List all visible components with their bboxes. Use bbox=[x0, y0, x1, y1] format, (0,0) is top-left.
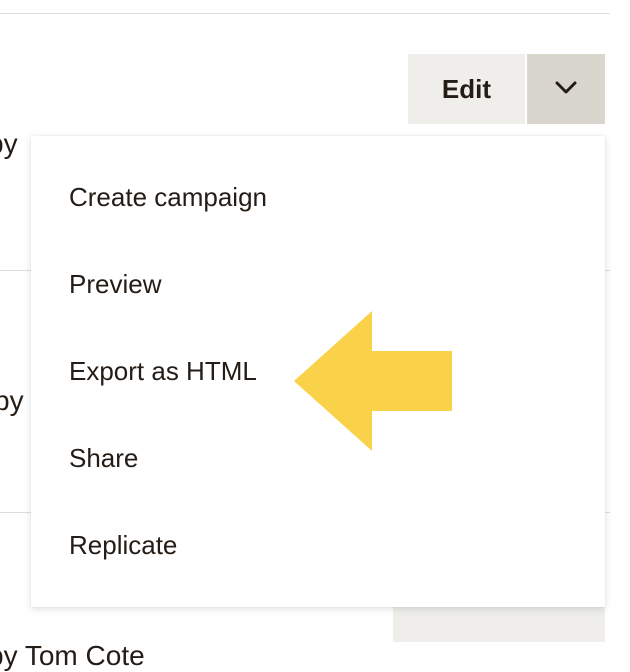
dropdown-item-label: Share bbox=[69, 443, 138, 474]
edit-button-group: Edit bbox=[408, 54, 605, 124]
dropdown-menu: Create campaign Preview Export as HTML S… bbox=[31, 136, 605, 607]
author-text: by Tom Cote bbox=[0, 640, 145, 672]
dropdown-item-share[interactable]: Share bbox=[31, 415, 605, 502]
button-placeholder bbox=[393, 607, 605, 642]
chevron-down-icon bbox=[555, 81, 577, 98]
dropdown-item-label: Replicate bbox=[69, 530, 177, 561]
dropdown-toggle-button[interactable] bbox=[527, 54, 605, 124]
edit-button-label: Edit bbox=[442, 74, 491, 105]
dropdown-item-replicate[interactable]: Replicate bbox=[31, 502, 605, 589]
dropdown-item-label: Create campaign bbox=[69, 182, 267, 213]
author-text: by bbox=[0, 128, 18, 160]
edit-button[interactable]: Edit bbox=[408, 54, 525, 124]
dropdown-item-create-campaign[interactable]: Create campaign bbox=[31, 154, 605, 241]
dropdown-item-export-as-html[interactable]: Export as HTML bbox=[31, 328, 605, 415]
author-text: by bbox=[0, 385, 24, 417]
dropdown-item-preview[interactable]: Preview bbox=[31, 241, 605, 328]
dropdown-item-label: Preview bbox=[69, 269, 161, 300]
dropdown-item-label: Export as HTML bbox=[69, 356, 257, 387]
